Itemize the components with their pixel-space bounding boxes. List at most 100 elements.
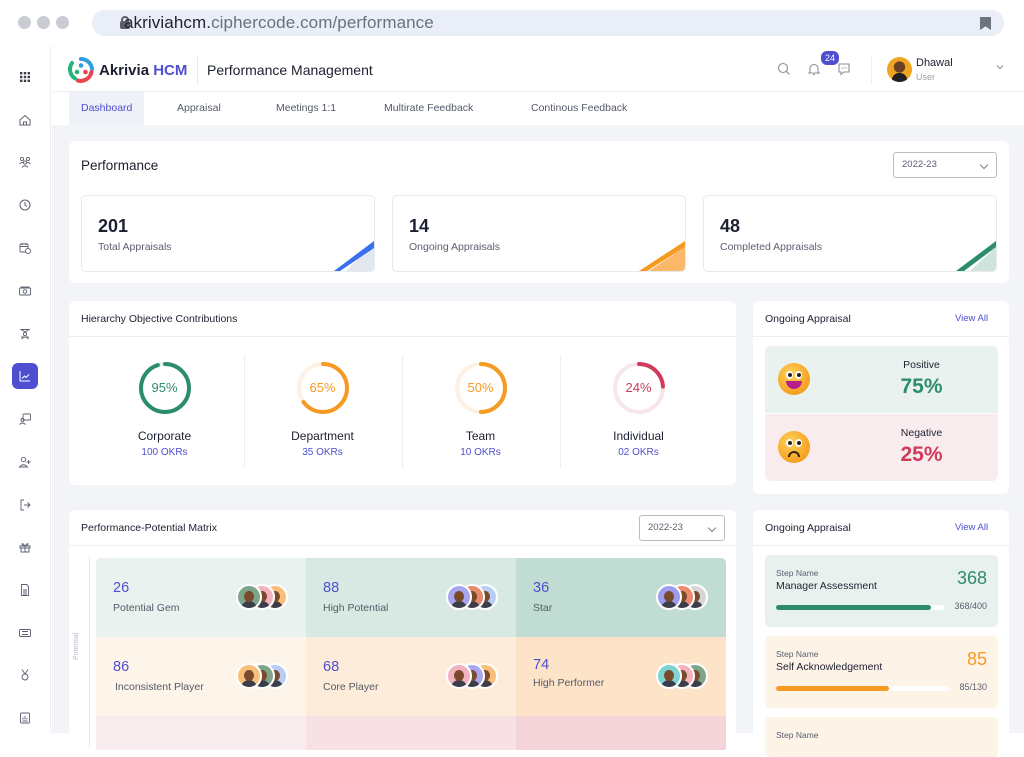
- header-divider-2: [871, 56, 872, 84]
- stat-value: 48: [720, 216, 741, 236]
- cell-count: 88: [323, 580, 340, 596]
- divider: [753, 336, 1009, 337]
- matrix-cell-row3-col3[interactable]: [516, 716, 726, 750]
- matrix-cell-inconsistent-player[interactable]: 86 Inconsistent Player: [96, 637, 306, 716]
- matrix-cell-row3-col1[interactable]: [96, 716, 306, 750]
- sentiment-title: Ongoing Appraisal: [765, 313, 851, 325]
- tab-continous-feedback[interactable]: Continous Feedback: [519, 92, 639, 125]
- avatar-group[interactable]: [446, 584, 499, 610]
- okr-count[interactable]: 100 OKRs: [86, 447, 243, 458]
- matrix-card: Performance-Potential Matrix 2022-23 Pot…: [69, 510, 736, 750]
- positive-sentiment[interactable]: Positive 75%: [765, 346, 998, 413]
- cell-label: Core Player: [323, 681, 379, 693]
- avatar-group[interactable]: [656, 584, 709, 610]
- address-bar[interactable]: akriviahcm.ciphercode.com/performance: [92, 10, 1004, 36]
- sidebar-item-apps[interactable]: [12, 64, 38, 90]
- okr-count[interactable]: 02 OKRs: [560, 447, 717, 458]
- chat-icon[interactable]: [836, 61, 852, 77]
- search-icon[interactable]: [776, 61, 792, 77]
- sidebar-item-exit[interactable]: [12, 492, 38, 518]
- okr-name: Corporate: [137, 429, 192, 443]
- stat-label: Ongoing Appraisals: [409, 241, 501, 253]
- sidebar-item-attendance[interactable]: [12, 192, 38, 218]
- step-third[interactable]: Step Name: [765, 717, 998, 757]
- sidebar-item-recruitment[interactable]: [12, 406, 38, 432]
- sidebar-item-reports[interactable]: [12, 705, 38, 731]
- window-maximize-dot[interactable]: [56, 16, 69, 29]
- step-self-acknowledgement[interactable]: Step Name Self Acknowledgement 85 85/130: [765, 636, 998, 708]
- stat-ongoing-appraisals[interactable]: 14 Ongoing Appraisals: [392, 195, 686, 272]
- bell-icon[interactable]: [806, 61, 822, 77]
- stat-label: Total Appraisals: [98, 241, 172, 253]
- okr-department[interactable]: 65% Department 35 OKRs: [244, 357, 401, 467]
- okr-corporate[interactable]: 95% Corporate 100 OKRs: [86, 357, 243, 467]
- view-all-link[interactable]: View All: [955, 313, 988, 324]
- avatar: [236, 584, 262, 610]
- okr-team[interactable]: 50% Team 10 OKRs: [402, 357, 559, 467]
- potential-axis: [89, 557, 90, 747]
- tab-appraisal[interactable]: Appraisal: [165, 92, 233, 125]
- okr-individual[interactable]: 24% Individual 02 OKRs: [560, 357, 717, 467]
- step-caption: Step Name: [776, 568, 819, 578]
- bookmark-icon[interactable]: [980, 17, 991, 30]
- step-value: 85: [966, 649, 987, 669]
- money-icon: [19, 286, 31, 296]
- step-ratio: 368/400: [954, 601, 987, 611]
- award-icon: [21, 669, 29, 681]
- avatar-group[interactable]: [236, 584, 289, 610]
- avatar: [656, 663, 682, 689]
- view-all-link[interactable]: View All: [955, 522, 988, 533]
- matrix-cell-core-player[interactable]: 68 Core Player: [306, 637, 516, 716]
- report-icon: [20, 712, 30, 724]
- okr-count[interactable]: 35 OKRs: [244, 447, 401, 458]
- matrix-cell-high-performer[interactable]: 74 High Performer: [516, 637, 726, 716]
- sidebar-item-training[interactable]: [12, 321, 38, 347]
- calendar-clock-icon: [19, 243, 31, 254]
- matrix-cell-potential-gem[interactable]: 26 Potential Gem: [96, 558, 306, 637]
- tab-meetings[interactable]: Meetings 1:1: [264, 92, 348, 125]
- performance-year-select[interactable]: 2022-23: [893, 152, 997, 178]
- tab-dashboard[interactable]: Dashboard: [69, 92, 145, 125]
- user-avatar[interactable]: [887, 57, 912, 82]
- sidebar-item-people[interactable]: [12, 149, 38, 175]
- performance-year-value: 2022-23: [902, 159, 937, 170]
- window-minimize-dot[interactable]: [37, 16, 50, 29]
- sidebar-item-rewards[interactable]: [12, 662, 38, 688]
- cell-label: High Potential: [323, 602, 389, 614]
- url-text[interactable]: akriviahcm.ciphercode.com/performance: [124, 13, 434, 33]
- sidebar-item-documents[interactable]: [12, 577, 38, 603]
- tab-multirate-feedback[interactable]: Multirate Feedback: [372, 92, 485, 125]
- okr-count[interactable]: 10 OKRs: [402, 447, 559, 458]
- sidebar-item-payroll[interactable]: [12, 278, 38, 304]
- stat-total-appraisals[interactable]: 201 Total Appraisals: [81, 195, 375, 272]
- chevron-down-icon[interactable]: [996, 63, 1004, 71]
- step-progress-bar: [776, 605, 944, 610]
- step-progress-fill: [776, 605, 931, 610]
- matrix-year-select[interactable]: 2022-23: [639, 515, 725, 541]
- matrix-cell-row3-col2[interactable]: [306, 716, 516, 750]
- stat-completed-appraisals[interactable]: 48 Completed Appraisals: [703, 195, 997, 272]
- avatar-group[interactable]: [656, 663, 709, 689]
- avatar-group[interactable]: [446, 663, 499, 689]
- cell-label: Inconsistent Player: [115, 681, 204, 693]
- step-manager-assessment[interactable]: Step Name Manager Assessment 368 368/400: [765, 555, 998, 627]
- main-content: Performance 2022-23 201 Total Appraisals…: [52, 125, 1024, 757]
- negative-sentiment[interactable]: Negative 25%: [765, 414, 998, 481]
- sidebar-item-home[interactable]: [12, 107, 38, 133]
- window-close-dot[interactable]: [18, 16, 31, 29]
- sidebar-item-helpdesk[interactable]: [12, 620, 38, 646]
- stat-corner-decoration: [639, 241, 685, 271]
- hierarchy-title: Hierarchy Objective Contributions: [81, 313, 238, 325]
- avatar-group[interactable]: [236, 663, 289, 689]
- user-name[interactable]: Dhawal: [916, 57, 953, 69]
- sidebar-item-leave[interactable]: [12, 235, 38, 261]
- brand-name[interactable]: Akrivia HCM: [99, 62, 187, 79]
- sidebar-item-engagement[interactable]: [12, 534, 38, 560]
- matrix-cell-high-potential[interactable]: 88 High Potential: [306, 558, 516, 637]
- chevron-down-icon: [707, 523, 717, 533]
- sidebar-item-performance[interactable]: [12, 363, 38, 389]
- okr-name: Individual: [613, 429, 664, 443]
- sidebar-item-onboarding[interactable]: [12, 449, 38, 475]
- matrix-cell-star[interactable]: 36 Star: [516, 558, 726, 637]
- exit-icon: [20, 499, 31, 511]
